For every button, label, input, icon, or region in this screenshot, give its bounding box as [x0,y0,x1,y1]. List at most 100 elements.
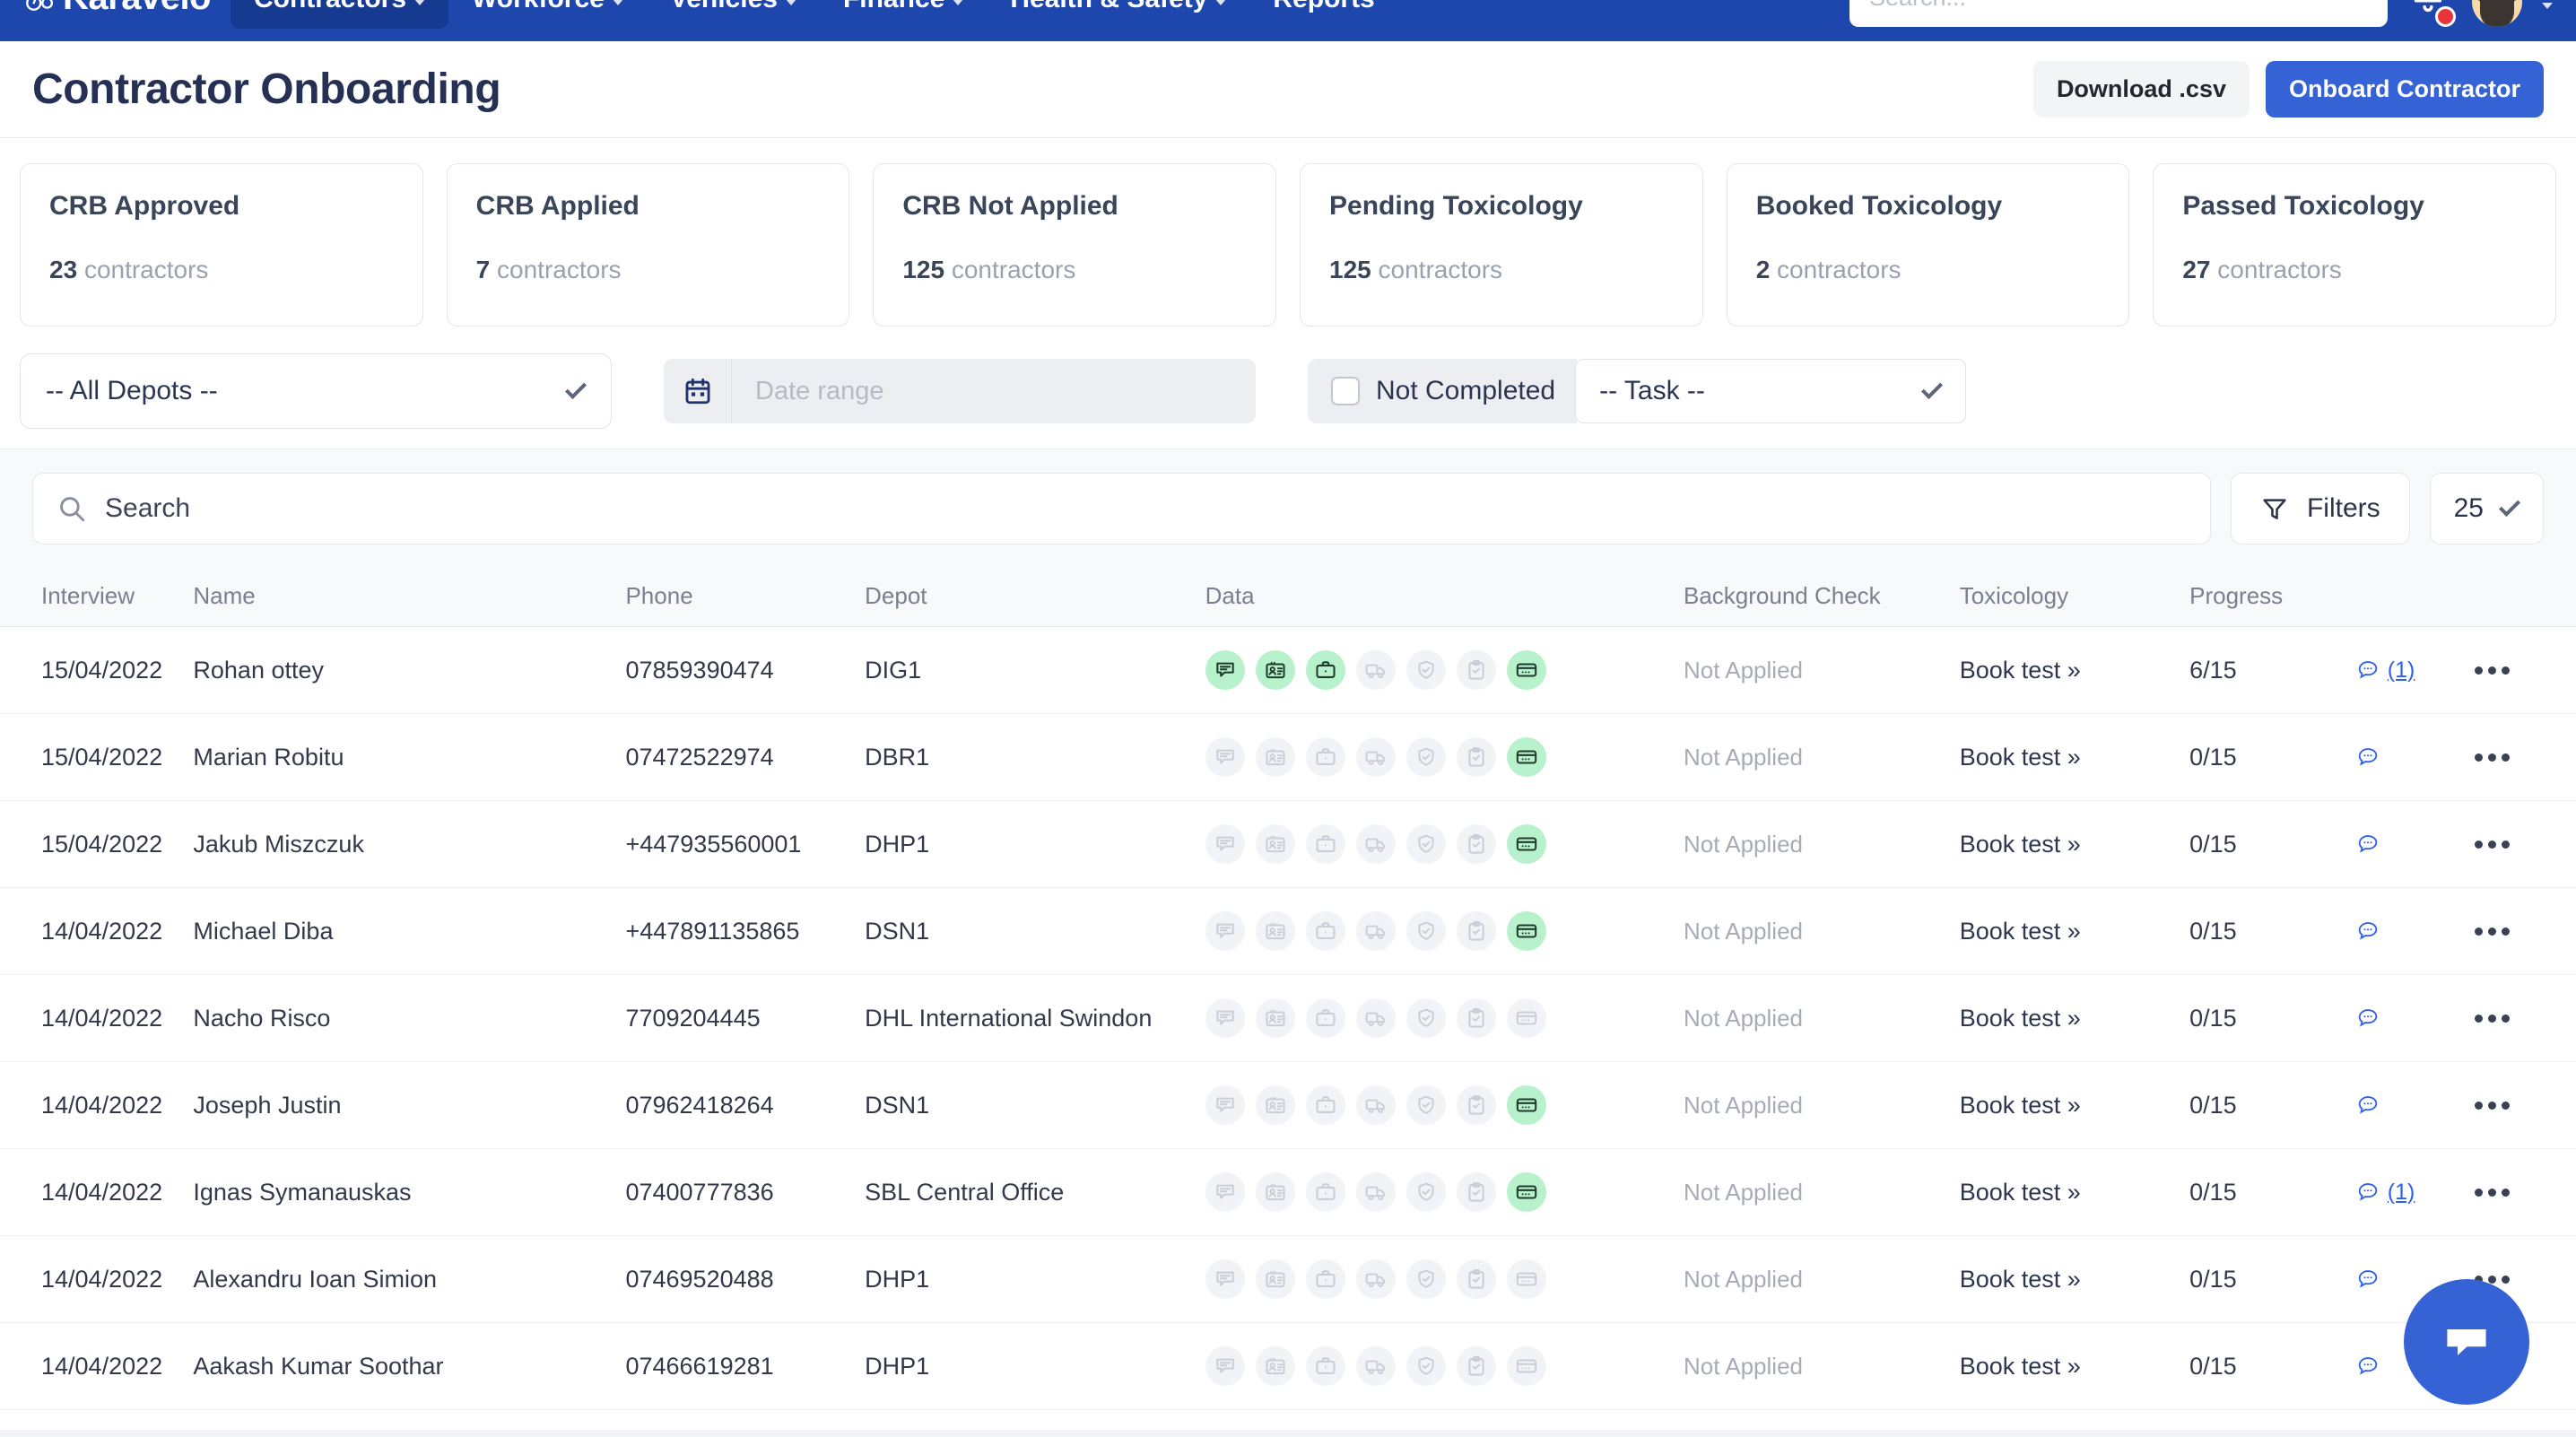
id-badge-icon[interactable] [1256,911,1295,951]
clipboard-icon[interactable] [1457,1346,1496,1386]
book-test-link[interactable]: Book test » [1960,918,2081,945]
row-more-actions-button[interactable] [2475,1015,2576,1023]
id-badge-icon[interactable] [1256,1346,1295,1386]
nav-item-finance[interactable]: Finance [820,0,987,29]
truck-icon[interactable] [1356,911,1396,951]
page-size-select[interactable]: 25 [2430,473,2544,544]
table-row[interactable]: 14/04/2022Aakash Kumar Soothar0746661928… [0,1323,2576,1410]
id-badge-icon[interactable] [1256,998,1295,1038]
notifications-button[interactable] [2407,0,2452,27]
message-icon[interactable] [1205,1085,1245,1125]
card-icon[interactable] [1507,650,1546,690]
cell-toxicology[interactable]: Book test » [1960,714,2189,801]
onboard-contractor-button[interactable]: Onboard Contractor [2266,61,2544,118]
horizontal-scrollbar[interactable] [0,1430,2576,1437]
table-row[interactable]: 14/04/2022Michael Diba+447891135865DSN1N… [0,888,2576,975]
clipboard-icon[interactable] [1457,1259,1496,1299]
column-header-background-check[interactable]: Background Check [1684,568,1960,627]
book-test-link[interactable]: Book test » [1960,1266,2081,1293]
shield-icon[interactable] [1406,1346,1446,1386]
cell-notes[interactable] [2355,801,2475,888]
note-button[interactable] [2355,1093,2475,1118]
truck-icon[interactable] [1356,1259,1396,1299]
cell-toxicology[interactable]: Book test » [1960,975,2189,1062]
shield-icon[interactable] [1406,650,1446,690]
cell-notes[interactable] [2355,975,2475,1062]
row-more-actions-button[interactable] [2475,666,2576,675]
row-more-actions-button[interactable] [2475,1276,2576,1284]
card-icon[interactable] [1507,737,1546,777]
book-test-link[interactable]: Book test » [1960,831,2081,858]
briefcase-icon[interactable] [1306,1172,1345,1212]
row-more-actions-button[interactable] [2475,840,2576,849]
stat-card-booked-toxicology[interactable]: Booked Toxicology 2 contractors [1727,163,2130,327]
briefcase-icon[interactable] [1306,1259,1345,1299]
nav-item-health-safety[interactable]: Health & Safety [987,0,1249,29]
cell-actions[interactable] [2475,1062,2576,1149]
not-completed-checkbox[interactable]: Not Completed [1308,359,1577,423]
truck-icon[interactable] [1356,998,1396,1038]
row-more-actions-button[interactable] [2475,1189,2576,1197]
cell-toxicology[interactable]: Book test » [1960,801,2189,888]
column-header-interview[interactable]: Interview [0,568,193,627]
table-row[interactable]: 15/04/2022Marian Robitu07472522974DBR1No… [0,714,2576,801]
id-badge-icon[interactable] [1256,650,1295,690]
cell-toxicology[interactable]: Book test » [1960,1062,2189,1149]
cell-toxicology[interactable]: Book test » [1960,1149,2189,1236]
stat-card-passed-toxicology[interactable]: Passed Toxicology 27 contractors [2153,163,2556,327]
truck-icon[interactable] [1356,1085,1396,1125]
id-badge-icon[interactable] [1256,1172,1295,1212]
cell-toxicology[interactable]: Book test » [1960,1323,2189,1410]
message-icon[interactable] [1205,911,1245,951]
search-input[interactable]: Search [32,473,2211,544]
briefcase-icon[interactable] [1306,650,1345,690]
row-more-actions-button[interactable] [2475,1102,2576,1110]
table-row[interactable]: 14/04/2022Joseph Justin07962418264DSN1No… [0,1062,2576,1149]
clipboard-icon[interactable] [1457,998,1496,1038]
card-icon[interactable] [1507,911,1546,951]
filters-button[interactable]: Filters [2231,473,2410,544]
cell-actions[interactable] [2475,801,2576,888]
note-button[interactable] [2355,745,2475,770]
note-button[interactable]: (1) [2355,658,2475,684]
book-test-link[interactable]: Book test » [1960,1353,2081,1380]
brand-logo[interactable]: Karavelo [23,0,211,18]
account-chevron-down-icon[interactable] [2542,3,2553,9]
clipboard-icon[interactable] [1457,1085,1496,1125]
shield-icon[interactable] [1406,998,1446,1038]
stat-card-crb-applied[interactable]: CRB Applied 7 contractors [447,163,850,327]
cell-toxicology[interactable]: Book test » [1960,627,2189,714]
avatar[interactable] [2472,0,2522,27]
column-header-phone[interactable]: Phone [625,568,865,627]
column-header-depot[interactable]: Depot [865,568,1205,627]
chat-widget-button[interactable] [2404,1279,2529,1405]
truck-icon[interactable] [1356,650,1396,690]
book-test-link[interactable]: Book test » [1960,657,2081,684]
clipboard-icon[interactable] [1457,824,1496,864]
shield-icon[interactable] [1406,1172,1446,1212]
truck-icon[interactable] [1356,824,1396,864]
message-icon[interactable] [1205,998,1245,1038]
message-icon[interactable] [1205,1346,1245,1386]
cell-actions[interactable] [2475,1149,2576,1236]
shield-icon[interactable] [1406,1085,1446,1125]
book-test-link[interactable]: Book test » [1960,1179,2081,1206]
shield-icon[interactable] [1406,1259,1446,1299]
cell-notes[interactable] [2355,888,2475,975]
row-more-actions-button[interactable] [2475,753,2576,762]
date-range-picker[interactable]: Date range [664,359,1256,423]
column-header-name[interactable]: Name [193,568,625,627]
briefcase-icon[interactable] [1306,824,1345,864]
clipboard-icon[interactable] [1457,650,1496,690]
stat-card-crb-not-applied[interactable]: CRB Not Applied 125 contractors [873,163,1276,327]
stat-card-pending-toxicology[interactable]: Pending Toxicology 125 contractors [1300,163,1703,327]
truck-icon[interactable] [1356,1346,1396,1386]
table-row[interactable]: 15/04/2022Rohan ottey07859390474DIG1Not … [0,627,2576,714]
truck-icon[interactable] [1356,737,1396,777]
cell-actions[interactable] [2475,888,2576,975]
shield-icon[interactable] [1406,911,1446,951]
briefcase-icon[interactable] [1306,1085,1345,1125]
message-icon[interactable] [1205,650,1245,690]
nav-item-contractors[interactable]: Contractors [231,0,448,29]
table-row[interactable]: 14/04/2022Alexandru Ioan Simion074695204… [0,1236,2576,1323]
